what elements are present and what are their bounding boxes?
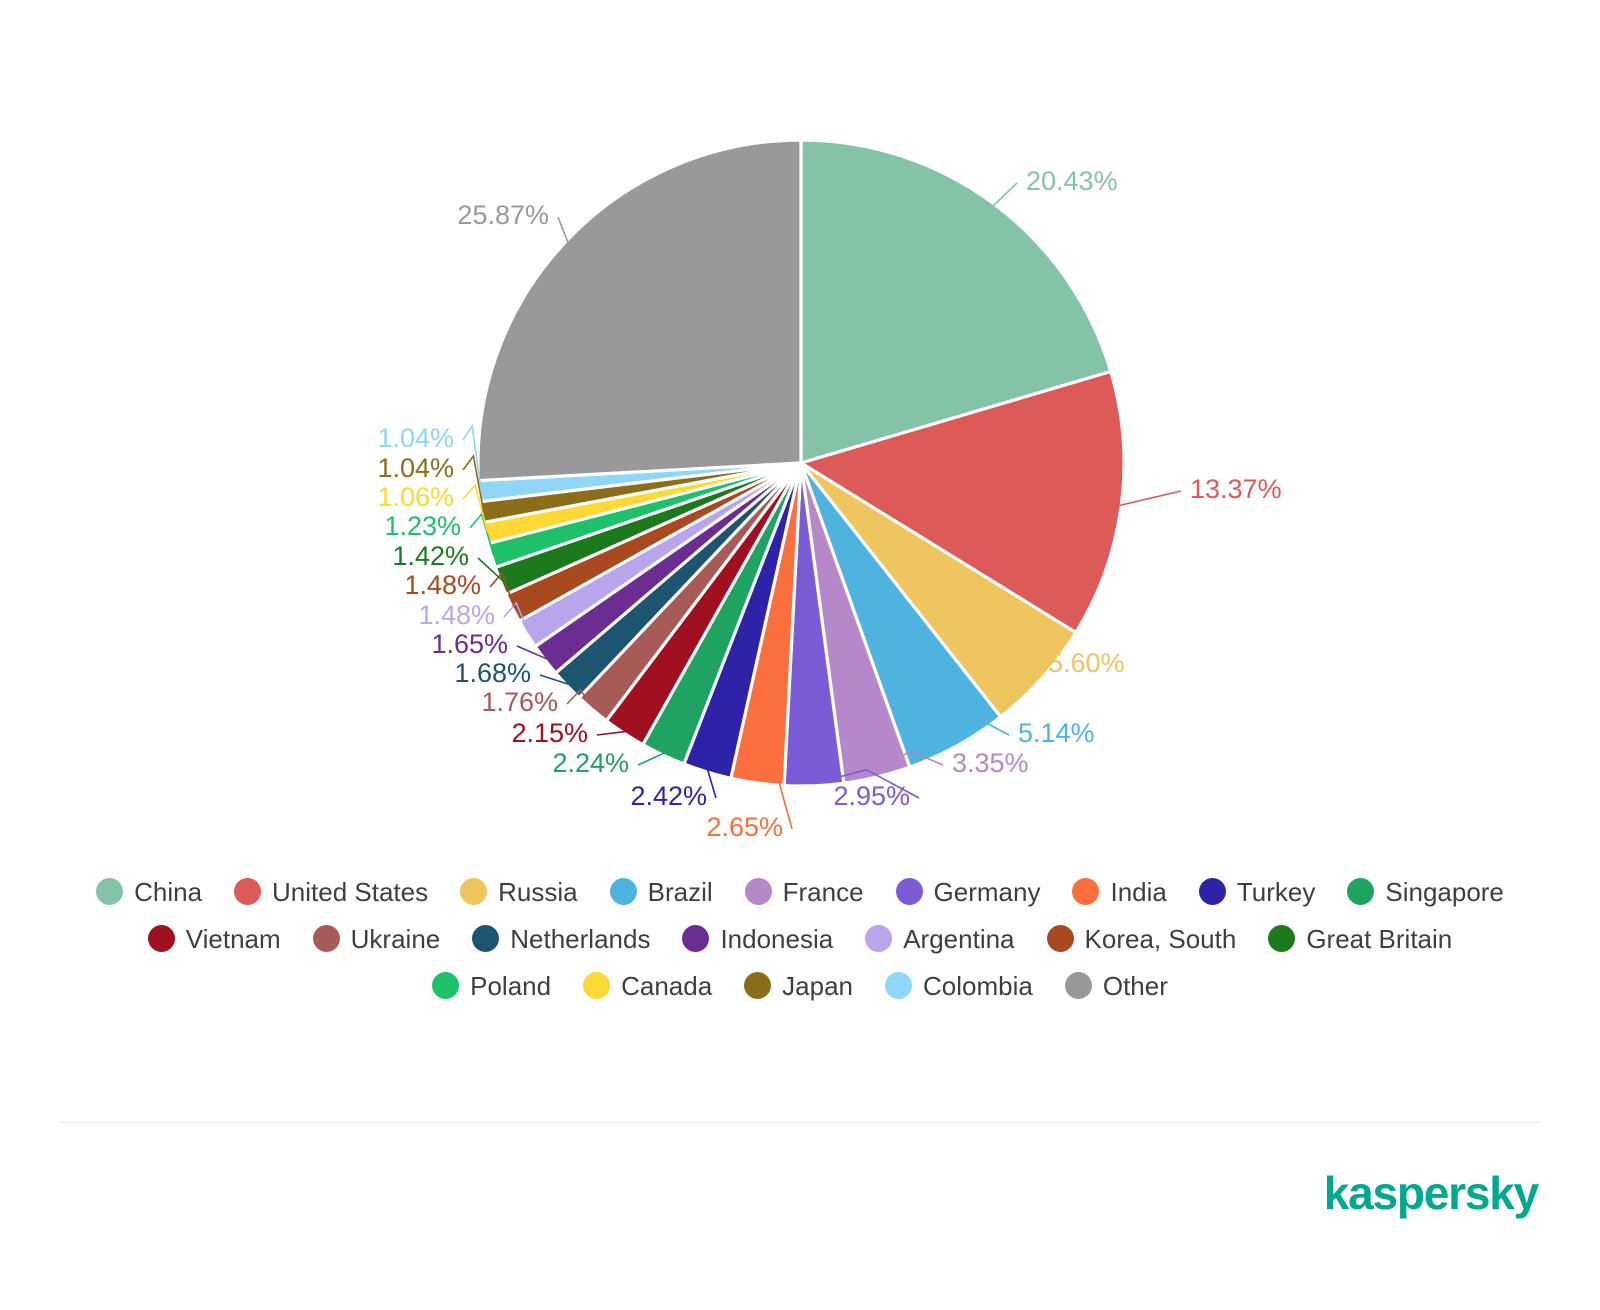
pie-slice-value-label: 3.35%: [952, 748, 1029, 778]
legend-item-ukraine[interactable]: Ukraine: [304, 925, 450, 952]
legend-item-great-britain[interactable]: Great Britain: [1259, 925, 1461, 952]
pie-slice-value-label: 2.65%: [706, 812, 783, 842]
legend-item-india[interactable]: India: [1063, 878, 1175, 905]
pie-slice-value-label: 2.15%: [511, 718, 588, 748]
pie-leader-line: [992, 182, 1018, 207]
legend-item-netherlands[interactable]: Netherlands: [463, 925, 659, 952]
legend-item-colombia[interactable]: Colombia: [876, 972, 1042, 999]
legend-item-indonesia[interactable]: Indonesia: [673, 925, 842, 952]
legend-item-label: Turkey: [1236, 876, 1316, 907]
pie-slice-value-label: 1.48%: [404, 570, 481, 600]
legend-item-poland[interactable]: Poland: [423, 972, 560, 999]
pie-slice-value-label: 13.37%: [1190, 474, 1282, 504]
footer-divider: [60, 1122, 1540, 1123]
legend-item-france[interactable]: France: [736, 878, 873, 905]
legend-color-swatch: [1046, 925, 1074, 952]
legend-item-vietnam[interactable]: Vietnam: [139, 925, 290, 952]
legend-item-label: Indonesia: [720, 923, 834, 954]
pie-slice-value-label: 5.14%: [1018, 718, 1095, 748]
legend-color-swatch: [1072, 878, 1100, 905]
legend-item-label: Japan: [782, 970, 854, 1001]
legend-item-label: Colombia: [923, 970, 1033, 1001]
legend-color-swatch: [895, 878, 923, 905]
legend-item-japan[interactable]: Japan: [735, 972, 862, 999]
legend-color-swatch: [865, 925, 893, 952]
pie-slice-value-label: 1.42%: [392, 541, 469, 571]
legend-item-brazil[interactable]: Brazil: [601, 878, 722, 905]
legend-item-label: Poland: [470, 970, 552, 1001]
legend-item-label: Great Britain: [1306, 923, 1453, 954]
chart-legend: China United States Russia Brazil France Germ…: [0, 878, 1600, 1019]
legend-color-swatch: [1268, 925, 1296, 952]
pie-slice-value-label: 1.04%: [377, 453, 454, 483]
pie-leader-line: [637, 752, 665, 766]
legend-item-china[interactable]: China: [87, 878, 211, 905]
legend-item-label: Singapore: [1385, 876, 1504, 907]
legend-color-swatch: [744, 878, 772, 905]
legend-item-label: Canada: [621, 970, 713, 1001]
legend-item-germany[interactable]: Germany: [887, 878, 1050, 905]
pie-slice-value-label: 5.60%: [1048, 648, 1125, 678]
pie-slice-value-label: 1.65%: [431, 629, 508, 659]
legend-item-label: Germany: [933, 876, 1041, 907]
legend-color-swatch: [432, 972, 460, 999]
legend-item-korea-south[interactable]: Korea, South: [1038, 925, 1246, 952]
legend-item-label: Russia: [498, 876, 578, 907]
legend-item-turkey[interactable]: Turkey: [1190, 878, 1325, 905]
pie-leader-line: [1119, 490, 1182, 507]
pie-leader-line: [596, 730, 626, 736]
pie-chart-svg: 20.43% 13.37% 5.60% 5.14%3.35% 2.95% 2.65%2.4…: [377, 138, 1282, 842]
pie-leader-line: [557, 216, 569, 243]
legend-color-swatch: [96, 878, 124, 905]
legend-item-label: China: [134, 876, 203, 907]
legend-color-swatch: [312, 925, 340, 952]
pie-slice[interactable]: [476, 138, 803, 483]
legend-item-label: Netherlands: [510, 923, 651, 954]
pie-slice-value-label: 1.23%: [384, 511, 461, 541]
legend-color-swatch: [460, 878, 488, 905]
legend-item-label: Ukraine: [350, 923, 441, 954]
legend-item-label: United States: [272, 876, 429, 907]
legend-color-swatch: [1064, 972, 1092, 999]
pie-slices-group: [476, 138, 1126, 788]
legend-item-label: Vietnam: [185, 923, 281, 954]
legend-item-label: Other: [1102, 970, 1168, 1001]
pie-slice-value-label: 1.48%: [418, 600, 495, 630]
pie-slice-value-label: 1.76%: [481, 687, 558, 717]
pie-slice-value-label: 2.42%: [630, 781, 707, 811]
legend-color-swatch: [234, 878, 262, 905]
pie-slice-value-label: 25.87%: [457, 200, 549, 230]
legend-item-label: Korea, South: [1084, 923, 1237, 954]
legend-row-2: Vietnam Ukraine Netherlands Indonesia Argent…: [0, 925, 1600, 952]
pie-slice-value-label: 1.68%: [454, 658, 531, 688]
legend-color-swatch: [1347, 878, 1375, 905]
legend-item-label: Brazil: [647, 876, 713, 907]
legend-item-canada[interactable]: Canada: [574, 972, 721, 999]
pie-slice-value-label: 1.06%: [377, 482, 454, 512]
legend-color-swatch: [472, 925, 500, 952]
pie-slice-value-label: 2.95%: [833, 781, 910, 811]
legend-item-label: France: [782, 876, 864, 907]
legend-color-swatch: [1198, 878, 1226, 905]
legend-color-swatch: [744, 972, 772, 999]
legend-item-argentina[interactable]: Argentina: [856, 925, 1023, 952]
legend-color-swatch: [609, 878, 637, 905]
kaspersky-logo: kaspersky: [1323, 1167, 1539, 1219]
legend-color-swatch: [682, 925, 710, 952]
pie-slice-value-label: 1.04%: [377, 423, 454, 453]
legend-color-swatch: [583, 972, 611, 999]
legend-row-3: Poland Canada Japan Colombia Other: [0, 972, 1600, 999]
legend-row-1: China United States Russia Brazil France Germ…: [0, 878, 1600, 905]
legend-item-label: India: [1110, 876, 1167, 907]
pie-slice-value-label: 20.43%: [1026, 166, 1118, 196]
legend-item-other[interactable]: Other: [1056, 972, 1177, 999]
legend-color-swatch: [147, 925, 175, 952]
legend-item-united-states[interactable]: United States: [225, 878, 437, 905]
legend-item-russia[interactable]: Russia: [451, 878, 586, 905]
pie-chart-container: 20.43% 13.37% 5.60% 5.14% 3.35% 2.95% 2.65% 2.4…: [0, 0, 1600, 870]
legend-color-swatch: [885, 972, 913, 999]
legend-item-label: Argentina: [903, 923, 1015, 954]
legend-item-singapore[interactable]: Singapore: [1338, 878, 1513, 905]
pie-slice-value-label: 2.24%: [552, 748, 629, 778]
